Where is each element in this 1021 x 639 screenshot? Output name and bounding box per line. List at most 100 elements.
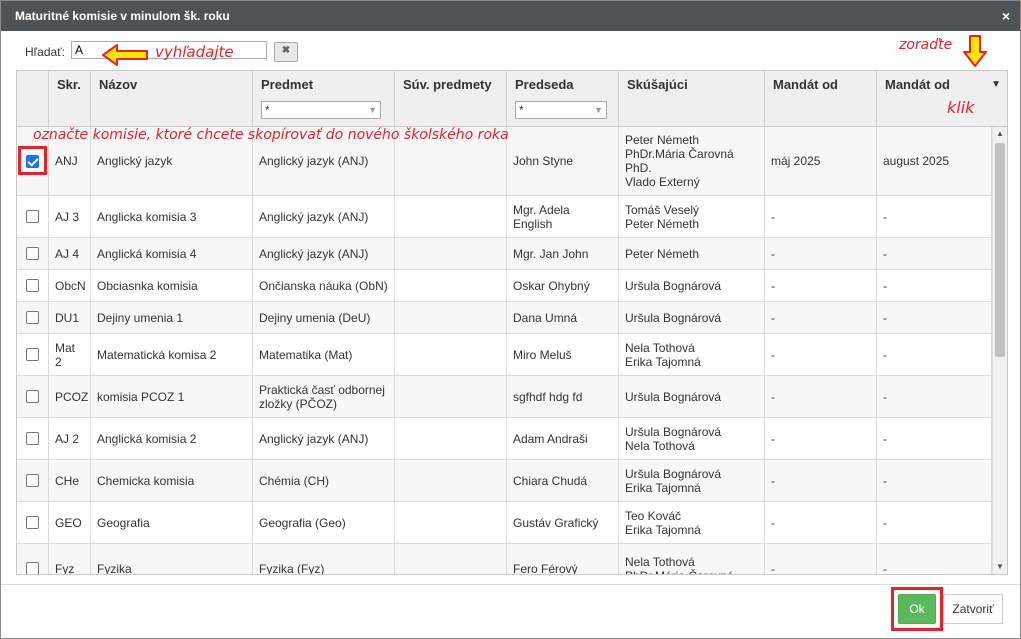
header-skr[interactable]: Skr.	[49, 71, 91, 126]
header-skusajuci-label: Skúšajúci	[627, 77, 688, 92]
cell-predseda-text: sgfhdf hdg fd	[513, 389, 583, 404]
cell-predmet-text: Geografia (Geo)	[259, 515, 346, 530]
row-select-checkbox[interactable]	[26, 390, 39, 403]
cell-predmet-text: Dejiny umenia (DeU)	[259, 310, 371, 325]
cell-skr-text: AJ 2	[55, 431, 80, 446]
header-predseda[interactable]: Predseda * ▼	[507, 71, 619, 126]
cell-mandat-do: -	[877, 238, 992, 269]
row-select-checkbox[interactable]	[26, 432, 39, 445]
close-button[interactable]: Zatvoriť	[943, 594, 1003, 624]
row-select-cell	[17, 196, 49, 237]
table-row[interactable]: GEO Geografia Geografia (Geo) Gustáv Grafic…	[17, 502, 992, 544]
scroll-down-icon[interactable]: ▼	[993, 560, 1007, 574]
row-select-checkbox[interactable]	[26, 210, 39, 223]
sort-desc-icon[interactable]: ▼	[991, 79, 1001, 90]
cell-skusajuci-text: Nela Tothová Erika Tajomná	[625, 340, 701, 369]
table-row[interactable]: AJ 2 Anglická komisia 2 Anglický jazyk (AN…	[17, 418, 992, 460]
table-row[interactable]: CHe Chemicka komisia Chémia (CH) Chiara Chu…	[17, 460, 992, 502]
cell-predmet: Anglický jazyk (ANJ)	[253, 196, 395, 237]
cell-mandat-od-text: máj 2025	[771, 154, 821, 168]
cell-mandat-do: -	[877, 376, 992, 417]
ok-button[interactable]: Ok	[898, 594, 936, 624]
cell-skusajuci-text: Peter Németh PhDr.Mária Čarovná PhD. Vla…	[625, 133, 734, 189]
vertical-scrollbar[interactable]: ▲ ▼	[992, 127, 1007, 574]
cell-suv	[395, 460, 507, 501]
grid-header: Skr. Názov Predmet * ▼ Súv. predmety Pred…	[17, 71, 1007, 127]
arrow-down-annotation-icon	[963, 35, 987, 67]
cell-predseda-text: Adam Andraši	[513, 431, 588, 446]
cell-nazov: Anglicka komisia 3	[91, 196, 253, 237]
cell-skr-text: GEO	[55, 515, 82, 530]
cell-mandat-do: -	[877, 544, 992, 574]
row-select-cell	[17, 460, 49, 501]
search-label: Hľadať:	[25, 45, 66, 59]
header-mandat-od[interactable]: Mandát od	[765, 71, 877, 126]
cell-skusajuci: Uršula Bognárová Nela Tothová	[619, 418, 765, 459]
predmet-filter-select[interactable]: * ▼	[261, 101, 381, 119]
row-select-checkbox[interactable]	[26, 279, 39, 292]
table-row[interactable]: ObcN Obciasnka komisia Ončianska náuka (Ob…	[17, 270, 992, 302]
cell-skr-text: Fyz	[55, 561, 75, 575]
cell-nazov: Obciasnka komisia	[91, 270, 253, 301]
cell-mandat-od: máj 2025	[765, 127, 877, 195]
cell-skusajuci: Nela Tothová PhDr.Mária Čarovná	[619, 544, 765, 574]
cell-mandat-do-text: -	[883, 389, 887, 404]
cell-nazov-text: Anglická komisia 4	[97, 246, 197, 261]
scroll-up-icon[interactable]: ▲	[993, 127, 1007, 141]
table-row[interactable]: AJ 3 Anglicka komisia 3 Anglický jazyk (AN…	[17, 196, 992, 238]
cell-predmet: Chémia (CH)	[253, 460, 395, 501]
cell-mandat-od: -	[765, 544, 877, 574]
cell-mandat-do-text: -	[883, 473, 887, 488]
row-select-cell	[17, 238, 49, 269]
header-skusajuci[interactable]: Skúšajúci	[619, 71, 765, 126]
header-nazov[interactable]: Názov	[91, 71, 253, 126]
clear-search-button[interactable]: ✖	[274, 42, 298, 62]
row-select-checkbox[interactable]	[26, 562, 39, 574]
cell-mandat-od-text: -	[771, 246, 775, 261]
cell-mandat-od-text: -	[771, 347, 775, 362]
cell-mandat-od-text: -	[771, 473, 775, 488]
cell-predmet: Fyzika (Fyz)	[253, 544, 395, 574]
cell-skr-text: DU1	[55, 310, 80, 325]
cell-mandat-do: -	[877, 334, 992, 375]
cell-skusajuci: Tomáš Veselý Peter Németh	[619, 196, 765, 237]
cell-skr: ObcN	[49, 270, 91, 301]
table-row[interactable]: PCOZ komisia PCOZ 1 Praktická časť odborne…	[17, 376, 992, 418]
row-select-checkbox[interactable]	[26, 348, 39, 361]
cell-skusajuci-text: Uršula Bognárová	[625, 389, 722, 404]
close-icon[interactable]: ×	[1002, 8, 1010, 24]
predseda-filter-select[interactable]: * ▼	[515, 101, 607, 119]
table-row[interactable]: Fyz Fyzika Fyzika (Fyz) Fero Férový Nela Tot…	[17, 544, 992, 574]
row-select-checkbox[interactable]	[26, 311, 39, 324]
header-mandat-do[interactable]: Mandát od ▼	[877, 71, 1007, 126]
cell-skr-text: AJ 4	[55, 246, 80, 261]
header-predmet[interactable]: Predmet * ▼	[253, 71, 395, 126]
table-row[interactable]: DU1 Dejiny umenia 1 Dejiny umenia (DeU) Dan…	[17, 302, 992, 334]
cell-predseda: Gustáv Grafický	[507, 502, 619, 543]
cell-mandat-od: -	[765, 502, 877, 543]
annotation-search: vyhľadajte	[155, 43, 234, 61]
cell-nazov-text: Fyzika	[97, 561, 132, 575]
cell-suv	[395, 196, 507, 237]
scrollbar-thumb[interactable]	[995, 143, 1005, 357]
row-select-cell	[17, 418, 49, 459]
cell-skr: CHe	[49, 460, 91, 501]
cell-suv	[395, 544, 507, 574]
cell-mandat-od: -	[765, 376, 877, 417]
dialog-titlebar: Maturitné komisie v minulom šk. roku ×	[1, 1, 1020, 31]
row-select-checkbox[interactable]	[26, 247, 39, 260]
row-select-checkbox[interactable]	[26, 474, 39, 487]
cell-suv	[395, 302, 507, 333]
cell-predmet-text: Ončianska náuka (ObN)	[259, 278, 388, 293]
cell-mandat-do: -	[877, 502, 992, 543]
arrow-left-annotation-icon	[102, 44, 148, 66]
table-row[interactable]: AJ 4 Anglická komisia 4 Anglický jazyk (AN…	[17, 238, 992, 270]
cell-nazov-text: Geografia	[97, 515, 150, 530]
cell-skr: AJ 2	[49, 418, 91, 459]
header-suv[interactable]: Súv. predmety	[395, 71, 507, 126]
row-select-checkbox[interactable]	[26, 516, 39, 529]
highlight-checkbox-box	[18, 146, 47, 175]
cell-predseda-text: Gustáv Grafický	[513, 515, 599, 530]
table-row[interactable]: Mat 2 Matematická komisa 2 Matematika (Mat…	[17, 334, 992, 376]
cell-nazov: Anglická komisia 4	[91, 238, 253, 269]
